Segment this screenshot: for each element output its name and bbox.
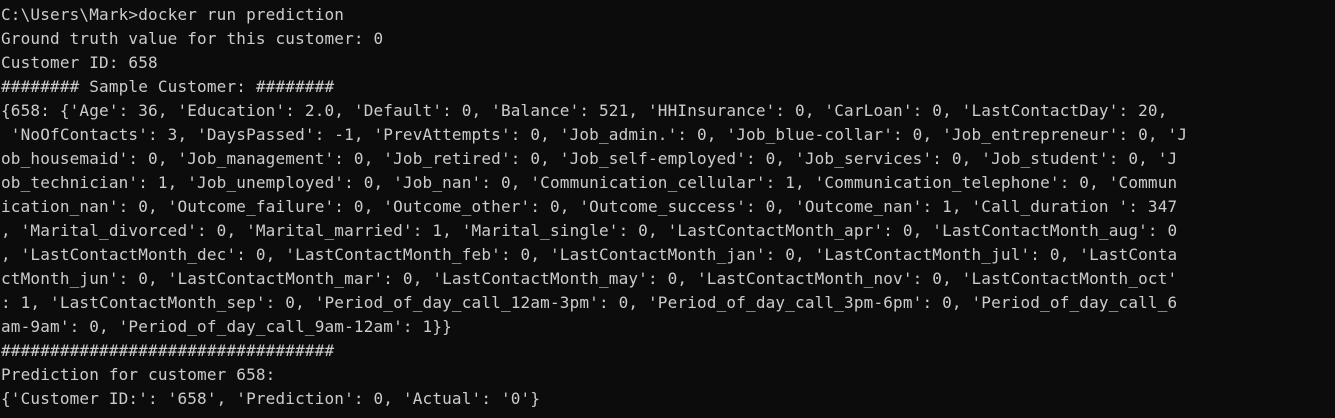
sample-data-line: ob_technician': 1, 'Job_unemployed': 0, …: [1, 173, 1178, 192]
sample-data-line: , 'LastContactMonth_dec': 0, 'LastContac…: [1, 245, 1178, 264]
terminal-window[interactable]: C:\Users\Mark>docker run prediction Grou…: [0, 0, 1335, 418]
command-text: docker run prediction: [138, 5, 345, 24]
sample-data-line: , 'Marital_divorced': 0, 'Marital_marrie…: [1, 221, 1178, 240]
sample-footer-line: ##################################: [1, 341, 335, 360]
sample-data-line: {658: {'Age': 36, 'Education': 2.0, 'Def…: [1, 101, 1168, 120]
sample-data-line: ctMonth_jun': 0, 'LastContactMonth_mar':…: [1, 269, 1178, 288]
sample-data-line: ob_housemaid': 0, 'Job_management': 0, '…: [1, 149, 1178, 168]
prediction-result-line: {'Customer ID:': '658', 'Prediction': 0,…: [1, 389, 541, 408]
sample-header-line: ######## Sample Customer: ########: [1, 77, 335, 96]
command-line: C:\Users\Mark>docker run prediction: [1, 3, 1335, 27]
sample-data-line: am-9am': 0, 'Period_of_day_call_9am-12am…: [1, 317, 452, 336]
prompt: C:\Users\Mark>: [1, 5, 139, 24]
sample-data-line: 'NoOfContacts': 3, 'DaysPassed': -1, 'Pr…: [1, 125, 1188, 144]
sample-data-line: ication_nan': 0, 'Outcome_failure': 0, '…: [1, 197, 1178, 216]
customer-id-line: Customer ID: 658: [1, 53, 158, 72]
ground-truth-line: Ground truth value for this customer: 0: [1, 29, 384, 48]
sample-data-line: : 1, 'LastContactMonth_sep': 0, 'Period_…: [1, 293, 1178, 312]
prediction-header-line: Prediction for customer 658:: [1, 365, 276, 384]
